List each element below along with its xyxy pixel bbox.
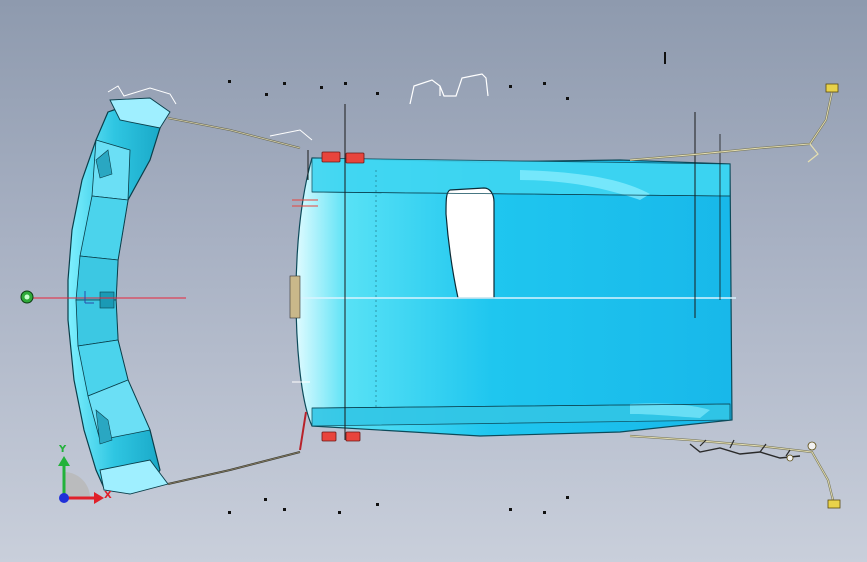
roof-edge-bracket [289,275,301,319]
cad-model-scene[interactable]: Y X [0,0,867,562]
origin-marker-icon[interactable] [20,290,34,304]
cad-viewport[interactable]: Y X [0,0,867,562]
triad-y-label: Y [58,444,67,455]
front-frame-assembly[interactable] [67,85,177,495]
sketch-profile [409,73,489,105]
triad-x-label: X [104,490,112,501]
triad-z-axis [59,493,69,503]
